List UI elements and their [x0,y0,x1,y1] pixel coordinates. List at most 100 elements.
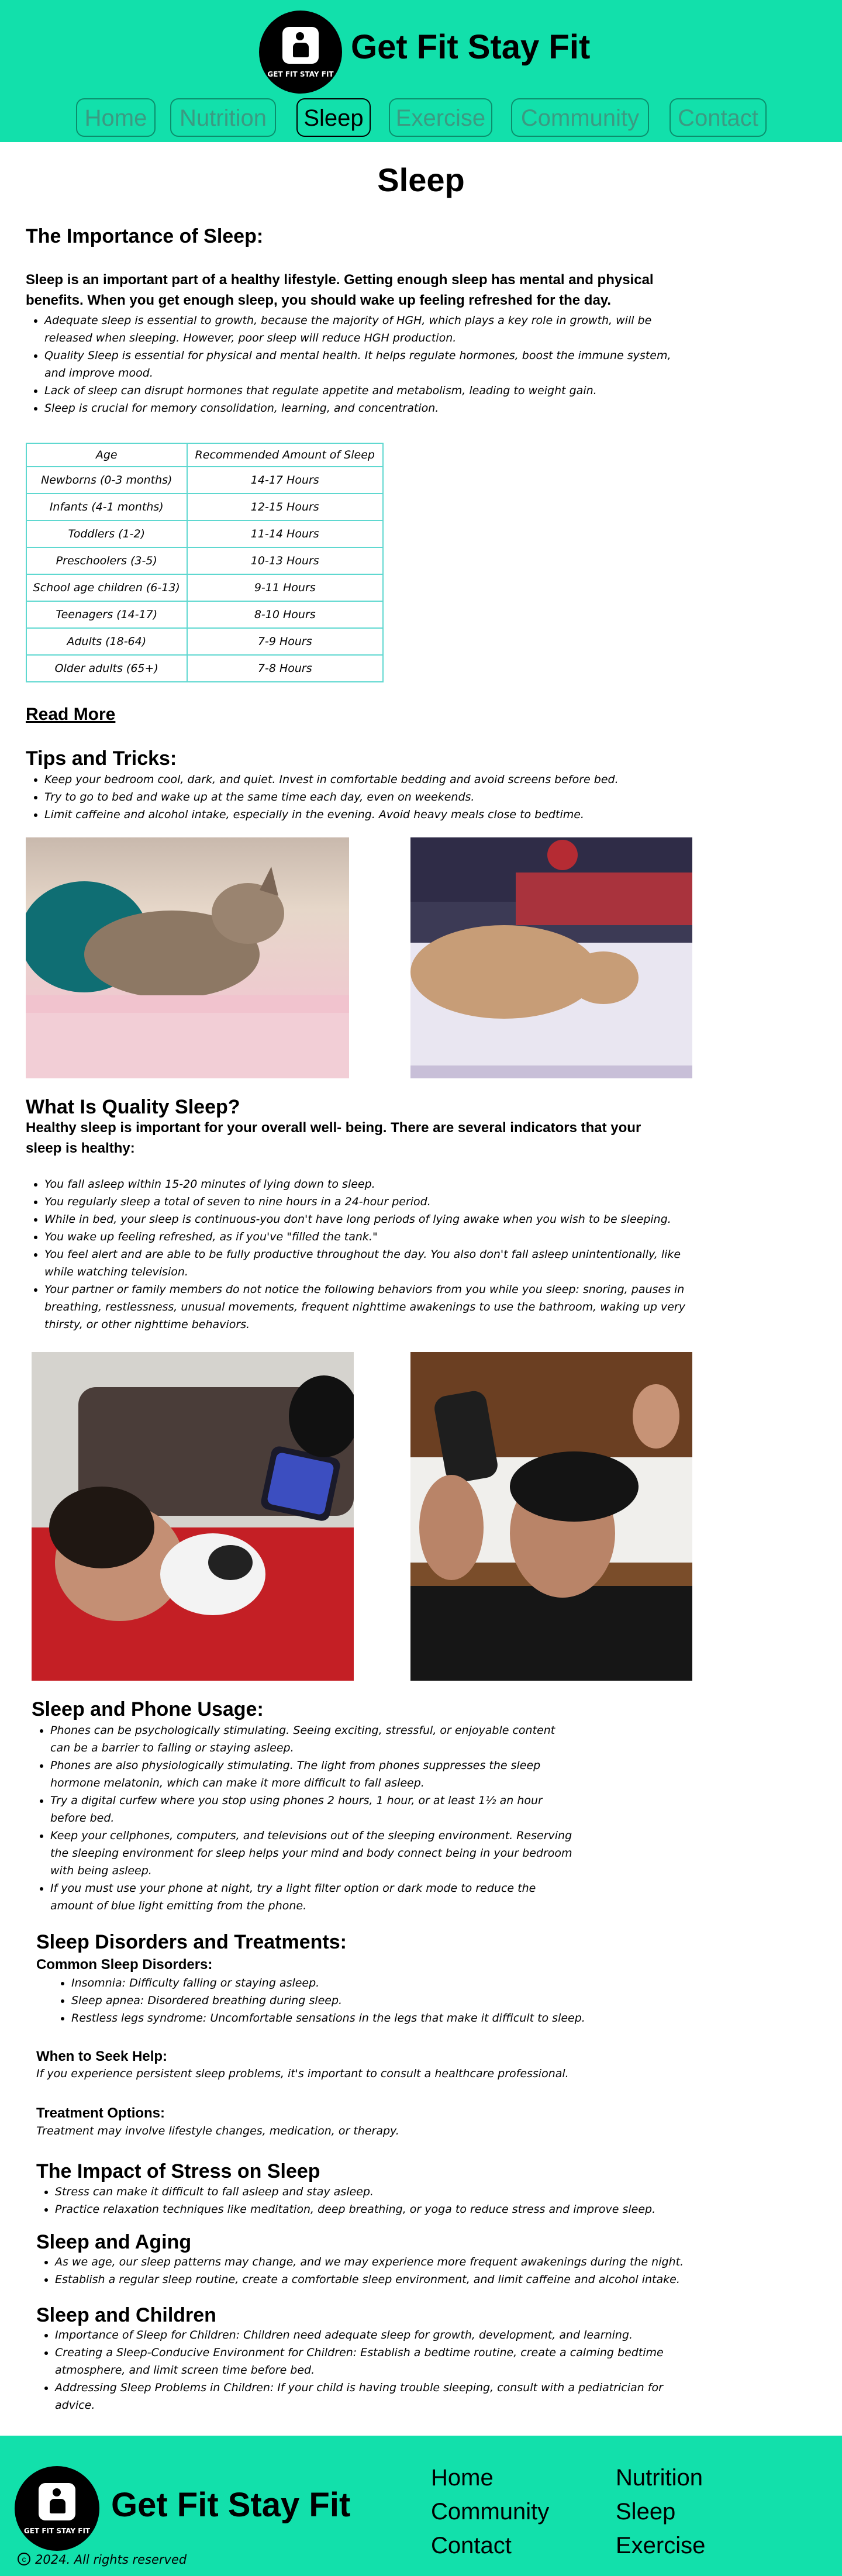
list-item: Phones are also physiologically stimulat… [50,1757,577,1792]
site-footer: GET FIT STAY FIT Get Fit Stay Fit Home N… [0,2436,842,2576]
list-item: Limit caffeine and alcohol intake, espec… [44,806,693,823]
site-header: GET FIT STAY FIT Get Fit Stay Fit Home N… [0,0,842,142]
table-row: Teenagers (14-17) 8-10 Hours [26,601,384,629]
table-cell: Older adults (65+) [26,654,188,682]
sleep-hours-table: Age Recommended Amount of Sleep Newborns… [26,443,384,682]
nav-nutrition[interactable]: Nutrition [170,98,276,137]
cat-on-bed-photo [410,837,692,1078]
nav-community[interactable]: Community [511,98,649,137]
list-item: You fall asleep within 15-20 minutes of … [44,1175,693,1193]
treatment-text: Treatment may involve lifestyle changes,… [36,2125,399,2137]
list-item: Lack of sleep can disrupt hormones that … [44,382,693,399]
footer-link-community[interactable]: Community [431,2500,549,2523]
aging-list: As we age, our sleep patterns may change… [36,2253,698,2288]
seek-help-text: If you experience persistent sleep probl… [36,2067,569,2080]
table-cell: Newborns (0-3 months) [26,466,188,494]
nav-sleep[interactable]: Sleep [296,98,371,137]
list-item: Importance of Sleep for Children: Childr… [55,2326,686,2344]
table-cell: 8-10 Hours [186,601,384,629]
boy-on-phone-illustration [410,1352,692,1681]
importance-heading: The Importance of Sleep: [26,225,264,247]
list-item: Try to go to bed and wake up at the same… [44,788,693,806]
importance-intro: Sleep is an important part of a healthy … [26,272,654,308]
list-item: Keep your bedroom cool, dark, and quiet.… [44,771,693,788]
list-item: Adequate sleep is essential to growth, b… [44,312,693,347]
footer-link-nutrition[interactable]: Nutrition [616,2466,703,2489]
quality-list: You fall asleep within 15-20 minutes of … [26,1175,693,1333]
read-more-link[interactable]: Read More [26,705,115,725]
list-item: Try a digital curfew where you stop usin… [50,1792,577,1827]
site-title[interactable]: Get Fit Stay Fit [351,30,590,64]
table-cell: Infants (4-1 months) [26,493,188,521]
table-cell: Teenagers (14-17) [26,601,188,629]
table-header: Age [26,443,188,467]
quality-intro: Healthy sleep is important for your over… [26,1120,641,1156]
stress-heading: The Impact of Stress on Sleep [36,2160,320,2182]
boy-with-cat-illustration [32,1375,354,1681]
table-cell: 10-13 Hours [186,547,384,575]
footer-title[interactable]: Get Fit Stay Fit [111,2488,350,2522]
nav-contact[interactable]: Contact [670,98,767,137]
list-item: While in bed, your sleep is continuous-y… [44,1211,693,1228]
list-item: If you must use your phone at night, try… [50,1880,577,1915]
list-item: Addressing Sleep Problems in Children: I… [55,2379,686,2414]
list-item: As we age, our sleep patterns may change… [55,2253,698,2271]
table-cell: 7-9 Hours [186,627,384,656]
table-cell: Toddlers (1-2) [26,520,188,548]
fitness-figure-icon [38,2483,76,2520]
children-list: Importance of Sleep for Children: Childr… [36,2326,686,2414]
table-cell: 14-17 Hours [186,466,384,494]
list-item: You regularly sleep a total of seven to … [44,1193,693,1211]
treatment-heading: Treatment Options: [36,2105,165,2121]
footer-logo[interactable]: GET FIT STAY FIT [15,2466,99,2551]
table-cell: 7-8 Hours [186,654,384,682]
list-item: Phones can be psychologically stimulatin… [50,1722,577,1757]
nav-exercise[interactable]: Exercise [389,98,492,137]
cat-sleeping-illustration [26,867,349,1078]
footer-link-contact[interactable]: Contact [431,2534,512,2557]
table-header-row: Age Recommended Amount of Sleep [26,443,384,467]
list-item: Sleep apnea: Disordered breathing during… [71,1992,685,2009]
list-item: Sleep is crucial for memory consolidatio… [44,399,693,417]
tips-list: Keep your bedroom cool, dark, and quiet.… [26,771,693,823]
boy-on-phone-photo [410,1352,692,1681]
list-item: Restless legs syndrome: Uncomfortable se… [71,2009,685,2027]
nav-home[interactable]: Home [76,98,156,137]
list-item: Your partner or family members do not no… [44,1281,693,1333]
footer-link-home[interactable]: Home [431,2466,494,2489]
page-title: Sleep [377,161,465,198]
main-nav: Home Nutrition Sleep Exercise Community … [76,98,767,139]
logo-text: GET FIT STAY FIT [23,2527,91,2535]
list-item: Practice relaxation techniques like medi… [55,2201,698,2218]
aging-heading: Sleep and Aging [36,2231,192,2253]
list-item: Stress can make it difficult to fall asl… [55,2183,698,2201]
table-row: Toddlers (1-2) 11-14 Hours [26,520,384,548]
list-item: You feel alert and are able to be fully … [44,1246,693,1281]
table-row: Adults (18-64) 7-9 Hours [26,627,384,656]
table-row: Older adults (65+) 7-8 Hours [26,654,384,682]
seek-help-heading: When to Seek Help: [36,2049,168,2064]
boy-with-cat-photo [32,1352,354,1681]
footer-link-sleep[interactable]: Sleep [616,2500,675,2523]
disorders-heading: Sleep Disorders and Treatments: [36,1931,347,1953]
stress-list: Stress can make it difficult to fall asl… [36,2183,698,2218]
footer-link-exercise[interactable]: Exercise [616,2534,705,2557]
list-item: You wake up feeling refreshed, as if you… [44,1228,693,1246]
logo-text: GET FIT STAY FIT [267,70,334,78]
table-cell: 11-14 Hours [186,520,384,548]
common-disorders-heading: Common Sleep Disorders: [36,1957,213,1972]
common-disorders-list: Insomnia: Difficulty falling or staying … [53,1974,685,2027]
list-item: Keep your cellphones, computers, and tel… [50,1827,577,1880]
list-item: Establish a regular sleep routine, creat… [55,2271,698,2288]
list-item: Creating a Sleep-Conducive Environment f… [55,2344,686,2379]
list-item: Quality Sleep is essential for physical … [44,347,693,382]
copyright-icon: c [18,2553,30,2565]
cat-on-bed-illustration [410,837,692,1078]
table-cell: Adults (18-64) [26,627,188,656]
table-row: School age children (6-13) 9-11 Hours [26,574,384,602]
table-cell: 12-15 Hours [186,493,384,521]
list-item: Insomnia: Difficulty falling or staying … [71,1974,685,1992]
site-logo[interactable]: GET FIT STAY FIT [259,11,342,94]
cat-sleeping-photo [26,837,349,1078]
phone-heading: Sleep and Phone Usage: [32,1698,264,1720]
